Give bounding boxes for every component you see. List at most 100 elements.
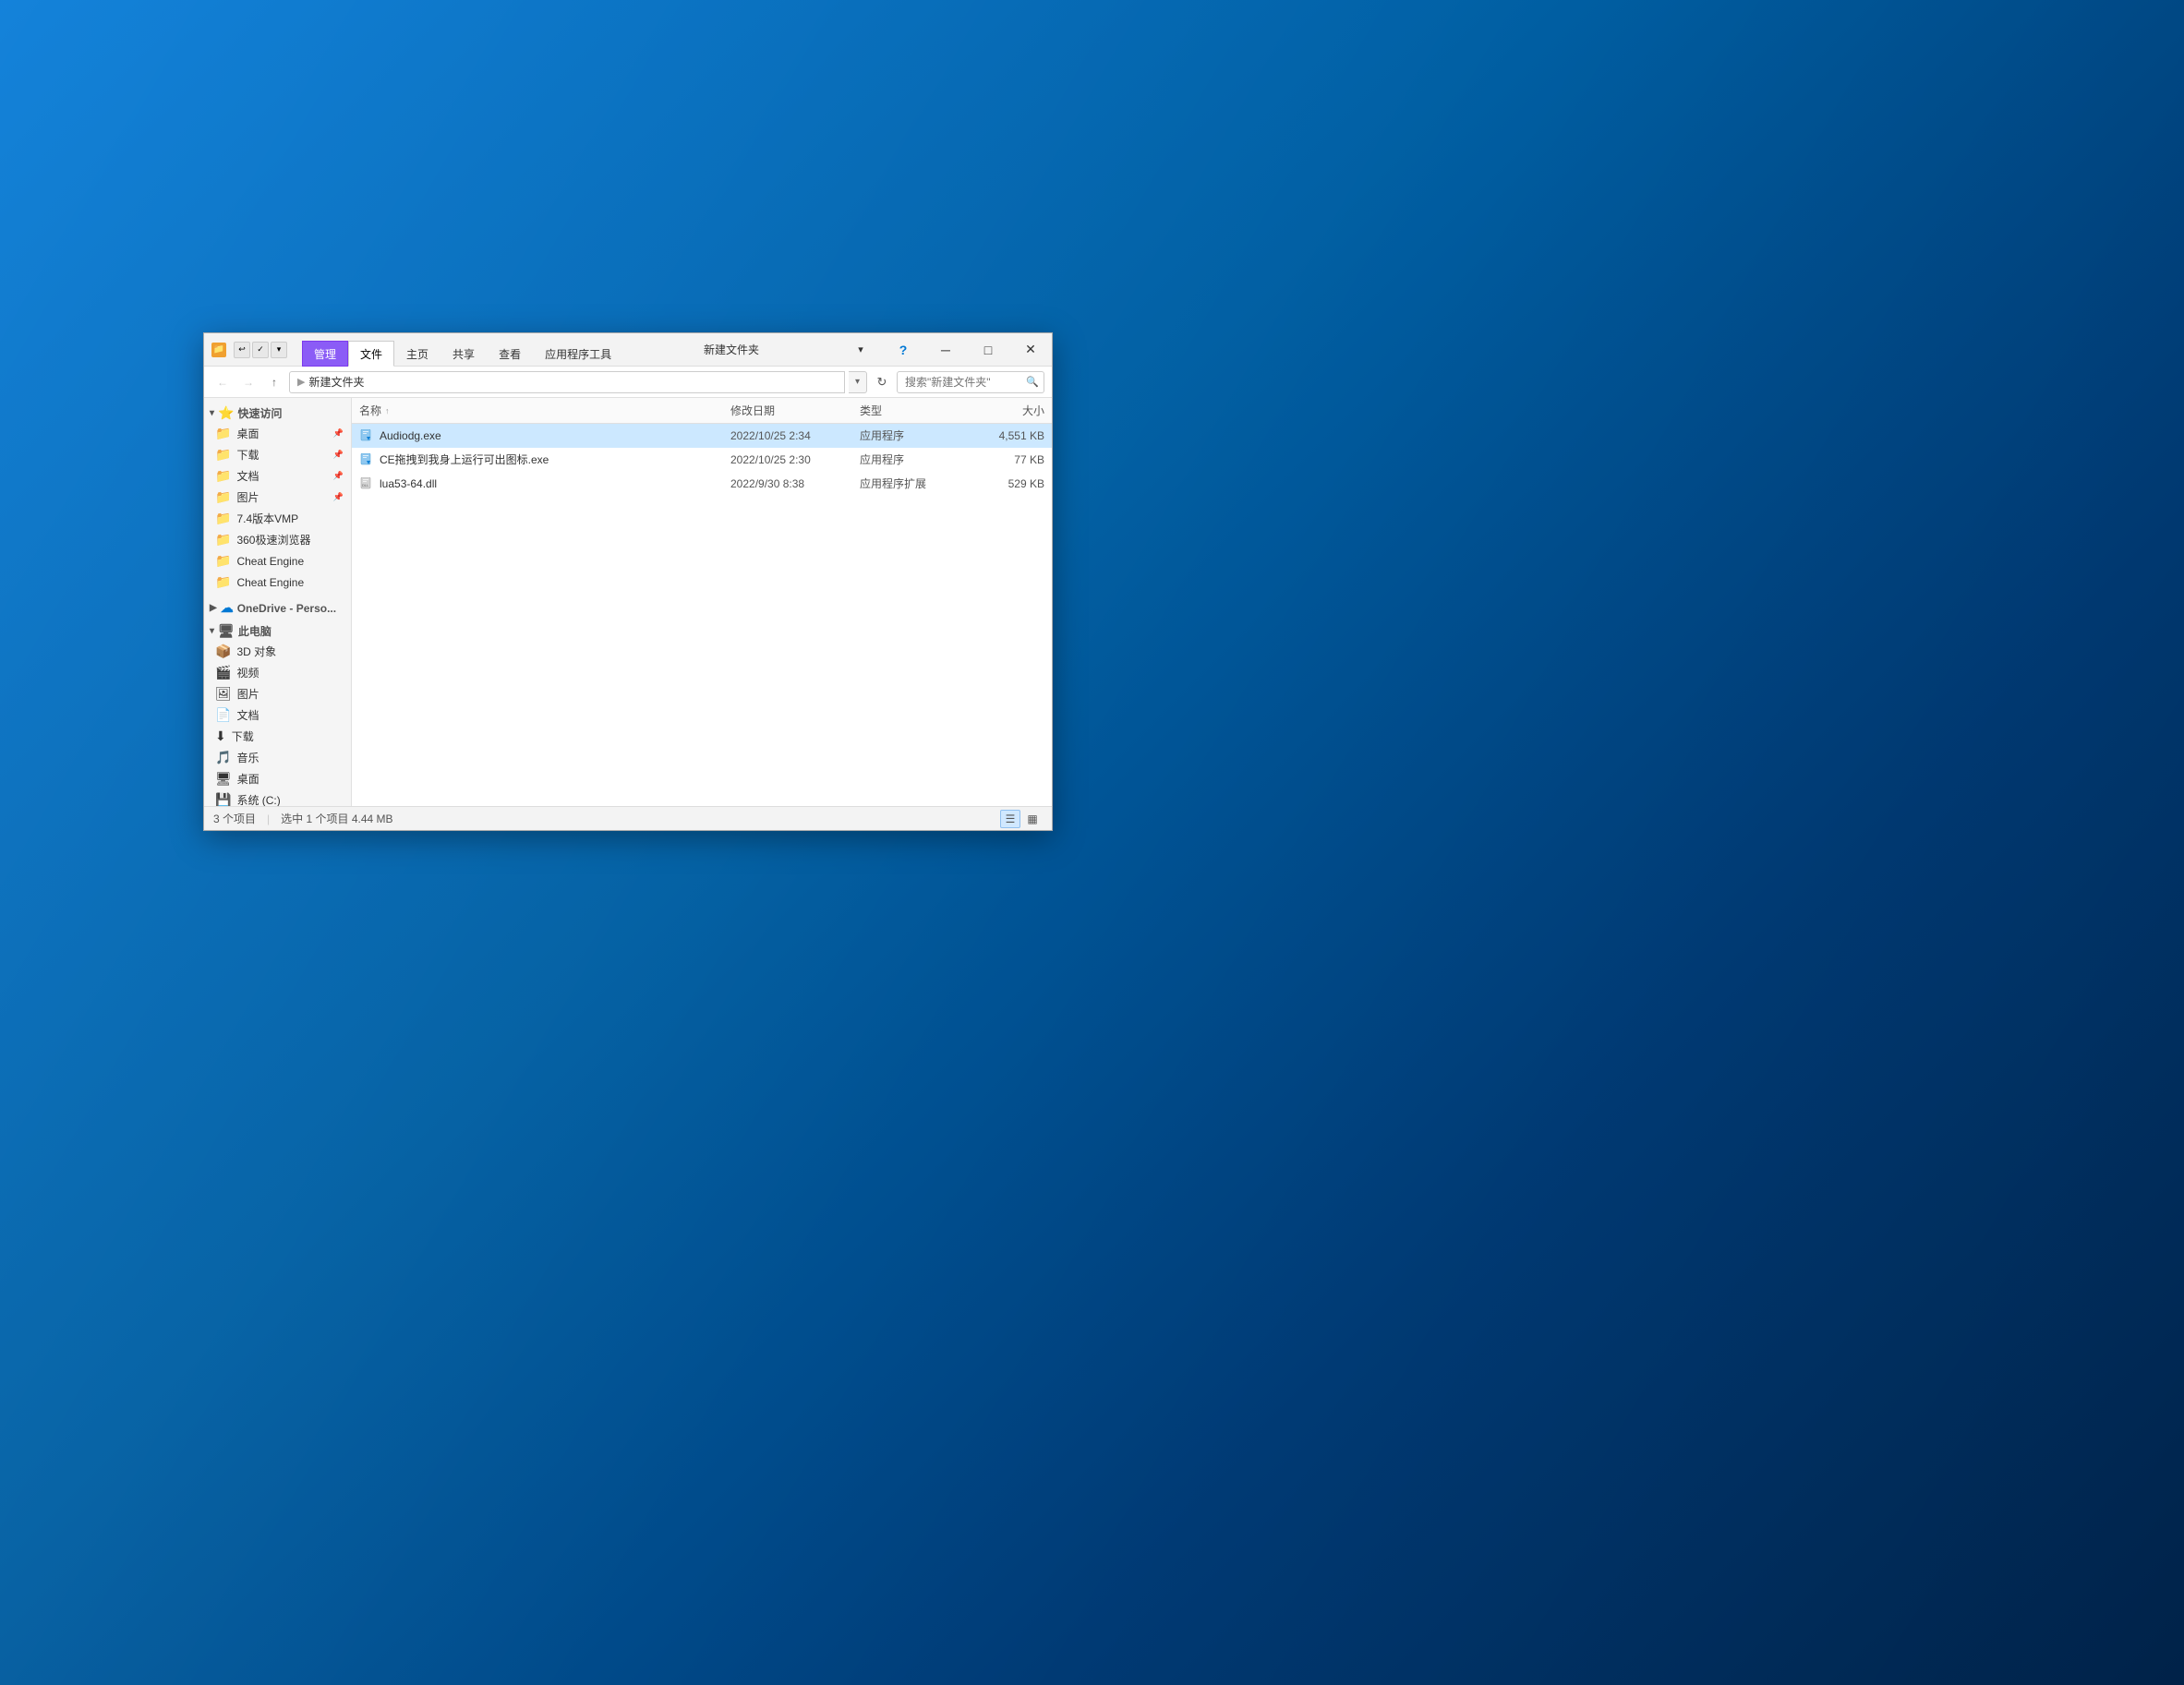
file-date: 2022/10/25 2:30 <box>730 453 860 466</box>
svg-text:DLL: DLL <box>362 483 369 487</box>
sidebar-item-sysC[interactable]: 💾 系统 (C:) <box>204 789 351 806</box>
file-list-header: 名称 ↑ 修改日期 类型 大小 <box>352 398 1052 424</box>
list-view-button[interactable]: ▦ <box>1022 810 1043 828</box>
sidebar-item-documents[interactable]: 📁 文档 📌 <box>204 465 351 487</box>
sidebar-item-documents2[interactable]: 📄 文档 <box>204 704 351 726</box>
exe-icon <box>359 428 374 443</box>
sidebar-item-3d[interactable]: 📦 3D 对象 <box>204 641 351 662</box>
folder-icon: 📁 <box>215 511 231 526</box>
file-size: 4,551 KB <box>971 429 1044 442</box>
sidebar-item-cheatengine1[interactable]: 📁 Cheat Engine <box>204 550 351 572</box>
sidebar-item-desktop2[interactable]: 🖥 桌面 <box>204 768 351 789</box>
maximize-button[interactable]: □ <box>967 333 1009 367</box>
sidebar-item-video[interactable]: 🎬 视频 <box>204 662 351 683</box>
file-type: 应用程序扩展 <box>860 475 971 491</box>
downloads-icon: ⬇ <box>215 728 226 744</box>
status-bar: 3 个项目 | 选中 1 个项目 4.44 MB ☰ ▦ <box>204 806 1052 830</box>
3d-icon: 📦 <box>215 644 231 659</box>
expand-ribbon-button[interactable]: ▾ <box>839 333 882 367</box>
col-name-header[interactable]: 名称 ↑ <box>359 403 730 418</box>
title-bar: 📁 ↩ ✓ ▾ 管理 文件 主页 共享 查看 <box>204 333 1052 367</box>
pin-icon: 📌 <box>333 471 344 481</box>
table-row[interactable]: CE拖拽到我身上运行可出图标.exe 2022/10/25 2:30 应用程序 … <box>352 448 1052 472</box>
file-date: 2022/10/25 2:34 <box>730 429 860 442</box>
tab-view[interactable]: 查看 <box>487 341 533 367</box>
documents-icon: 📄 <box>215 707 231 723</box>
ribbon-tabs: 管理 文件 主页 共享 查看 应用程序工具 <box>302 333 623 366</box>
col-date-header[interactable]: 修改日期 <box>730 403 860 418</box>
folder-icon: 📁 <box>215 532 231 548</box>
close-button[interactable]: ✕ <box>1009 333 1052 367</box>
pin-icon: 📌 <box>333 428 344 439</box>
folder-icon: 📁 <box>215 489 231 505</box>
tab-share[interactable]: 共享 <box>440 341 487 367</box>
help-button[interactable]: ? <box>882 333 924 367</box>
sidebar-item-pictures[interactable]: 📁 图片 📌 <box>204 487 351 508</box>
search-icon: 🔍 <box>1026 376 1039 388</box>
col-type-header[interactable]: 类型 <box>860 403 971 418</box>
sidebar-item-desktop[interactable]: 📁 桌面 📌 <box>204 423 351 444</box>
properties-button[interactable]: ✓ <box>252 342 269 358</box>
address-dropdown-button[interactable]: ▾ <box>849 371 867 393</box>
sidebar: ▾ ⭐ 快速访问 📁 桌面 📌 📁 下载 📌 📁 文档 📌 📁 <box>204 398 352 806</box>
address-path[interactable]: ▶ 新建文件夹 <box>289 371 845 393</box>
video-icon: 🎬 <box>215 665 231 680</box>
tab-file[interactable]: 文件 <box>348 341 394 367</box>
search-input[interactable] <box>897 371 1044 393</box>
file-date: 2022/9/30 8:38 <box>730 477 860 490</box>
sidebar-item-music[interactable]: 🎵 音乐 <box>204 747 351 768</box>
tab-tools[interactable]: 应用程序工具 <box>533 341 623 367</box>
pictures-icon: 🖼 <box>215 686 232 702</box>
detail-view-button[interactable]: ☰ <box>1000 810 1020 828</box>
col-size-header[interactable]: 大小 <box>971 403 1044 418</box>
up-button[interactable]: ↑ <box>263 371 285 393</box>
tab-home[interactable]: 主页 <box>394 341 440 367</box>
music-icon: 🎵 <box>215 750 231 765</box>
table-row[interactable]: DLL lua53-64.dll 2022/9/30 8:38 应用程序扩展 5… <box>352 472 1052 496</box>
sidebar-item-downloads[interactable]: 📁 下载 📌 <box>204 444 351 465</box>
sidebar-item-downloads2[interactable]: ⬇ 下载 <box>204 726 351 747</box>
pin-icon: 📌 <box>333 450 344 460</box>
sidebar-item-360browser[interactable]: 📁 360极速浏览器 <box>204 529 351 550</box>
folder-icon: 📁 <box>215 447 231 463</box>
drive-c-icon: 💾 <box>215 792 231 806</box>
explorer-window: 📁 ↩ ✓ ▾ 管理 文件 主页 共享 查看 <box>203 332 1053 831</box>
quick-access-toolbar: ↩ ✓ ▾ <box>234 342 287 358</box>
item-count: 3 个项目 <box>213 811 256 826</box>
file-name-cell: CE拖拽到我身上运行可出图标.exe <box>359 451 730 467</box>
sidebar-item-74vmp[interactable]: 📁 7.4版本VMP <box>204 508 351 529</box>
window-icon: 📁 <box>211 343 226 357</box>
quick-access-header[interactable]: ▾ ⭐ 快速访问 <box>204 402 351 423</box>
main-content: ▾ ⭐ 快速访问 📁 桌面 📌 📁 下载 📌 📁 文档 📌 📁 <box>204 398 1052 806</box>
search-wrapper: 🔍 <box>897 371 1044 393</box>
selected-info: 选中 1 个项目 4.44 MB <box>281 811 392 826</box>
file-name-cell: DLL lua53-64.dll <box>359 476 730 491</box>
tab-manage[interactable]: 管理 <box>302 341 348 367</box>
file-name-cell: Audiodg.exe <box>359 428 730 443</box>
pin-icon: 📌 <box>333 492 344 502</box>
title-bar-left: 📁 ↩ ✓ ▾ <box>204 342 295 358</box>
undo-button[interactable]: ↩ <box>234 342 250 358</box>
onedrive-header[interactable]: ▶ ☁ OneDrive - Perso... <box>204 596 351 618</box>
file-size: 77 KB <box>971 453 1044 466</box>
file-type: 应用程序 <box>860 451 971 467</box>
sidebar-item-cheatengine2[interactable]: 📁 Cheat Engine <box>204 572 351 593</box>
this-pc-header[interactable]: ▾ 🖥 此电脑 <box>204 620 351 641</box>
file-type: 应用程序 <box>860 427 971 443</box>
desktop-icon: 🖥 <box>215 771 232 787</box>
minimize-button[interactable]: ─ <box>924 333 967 367</box>
sort-arrow-icon: ↑ <box>385 406 390 415</box>
sidebar-item-pictures2[interactable]: 🖼 图片 <box>204 683 351 704</box>
folder-icon: 📁 <box>215 468 231 484</box>
folder-icon: 📁 <box>215 553 231 569</box>
window-title: 新建文件夹 <box>623 342 839 357</box>
table-row[interactable]: Audiodg.exe 2022/10/25 2:34 应用程序 4,551 K… <box>352 424 1052 448</box>
back-button[interactable]: ← <box>211 371 234 393</box>
folder-icon: 📁 <box>215 574 231 590</box>
customize-toolbar-button[interactable]: ▾ <box>271 342 287 358</box>
dll-icon: DLL <box>359 476 374 491</box>
file-list-container: 名称 ↑ 修改日期 类型 大小 <box>352 398 1052 806</box>
refresh-button[interactable]: ↻ <box>871 371 893 393</box>
folder-icon: 📁 <box>215 426 231 441</box>
forward-button[interactable]: → <box>237 371 259 393</box>
